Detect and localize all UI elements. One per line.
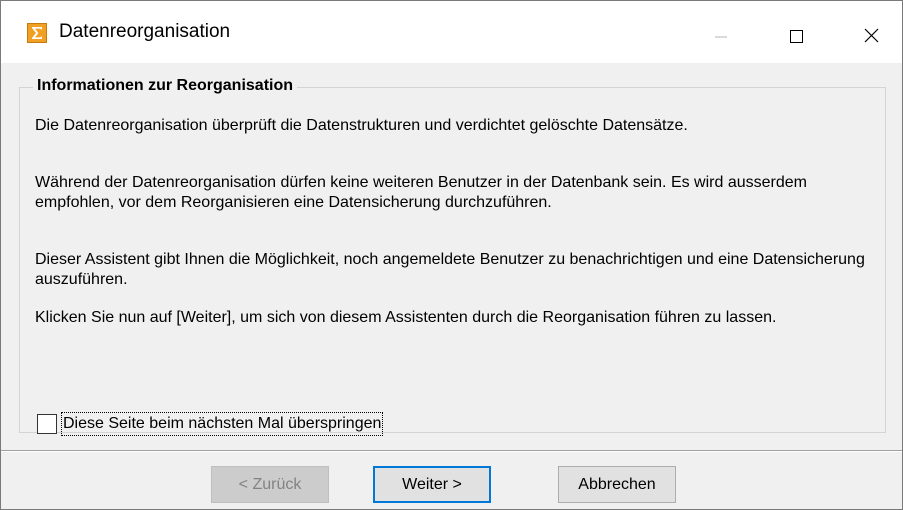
info-paragraph: Die Datenreorganisation überprüft die Da… bbox=[35, 117, 688, 134]
close-button[interactable] bbox=[841, 1, 901, 63]
groupbox-heading: Informationen zur Reorganisation bbox=[33, 77, 298, 95]
minimize-button[interactable] bbox=[691, 1, 751, 63]
next-button[interactable]: Weiter > bbox=[373, 466, 491, 503]
dialog-window: Datenreorganisation Informationen zur Re… bbox=[0, 0, 903, 510]
close-icon bbox=[864, 28, 879, 43]
skip-page-label[interactable]: Diese Seite beim nächsten Mal überspring… bbox=[60, 412, 384, 436]
info-paragraph: Klicken Sie nun auf [Weiter], um sich vo… bbox=[35, 309, 777, 326]
title-bar[interactable]: Datenreorganisation bbox=[1, 1, 902, 63]
maximize-button[interactable] bbox=[766, 1, 826, 63]
cancel-button[interactable]: Abbrechen bbox=[558, 466, 676, 503]
footer-separator bbox=[1, 450, 902, 452]
back-button[interactable]: < Zurück bbox=[211, 466, 329, 503]
info-paragraph: Während der Datenreorganisation dürfen k… bbox=[35, 174, 807, 211]
info-paragraph: Dieser Assistent gibt Ihnen die Möglichk… bbox=[35, 251, 865, 288]
skip-page-checkbox[interactable] bbox=[37, 414, 57, 434]
sigma-icon bbox=[27, 23, 47, 43]
window-title: Datenreorganisation bbox=[59, 21, 231, 42]
maximize-icon bbox=[790, 30, 803, 43]
minimize-icon bbox=[715, 36, 727, 38]
